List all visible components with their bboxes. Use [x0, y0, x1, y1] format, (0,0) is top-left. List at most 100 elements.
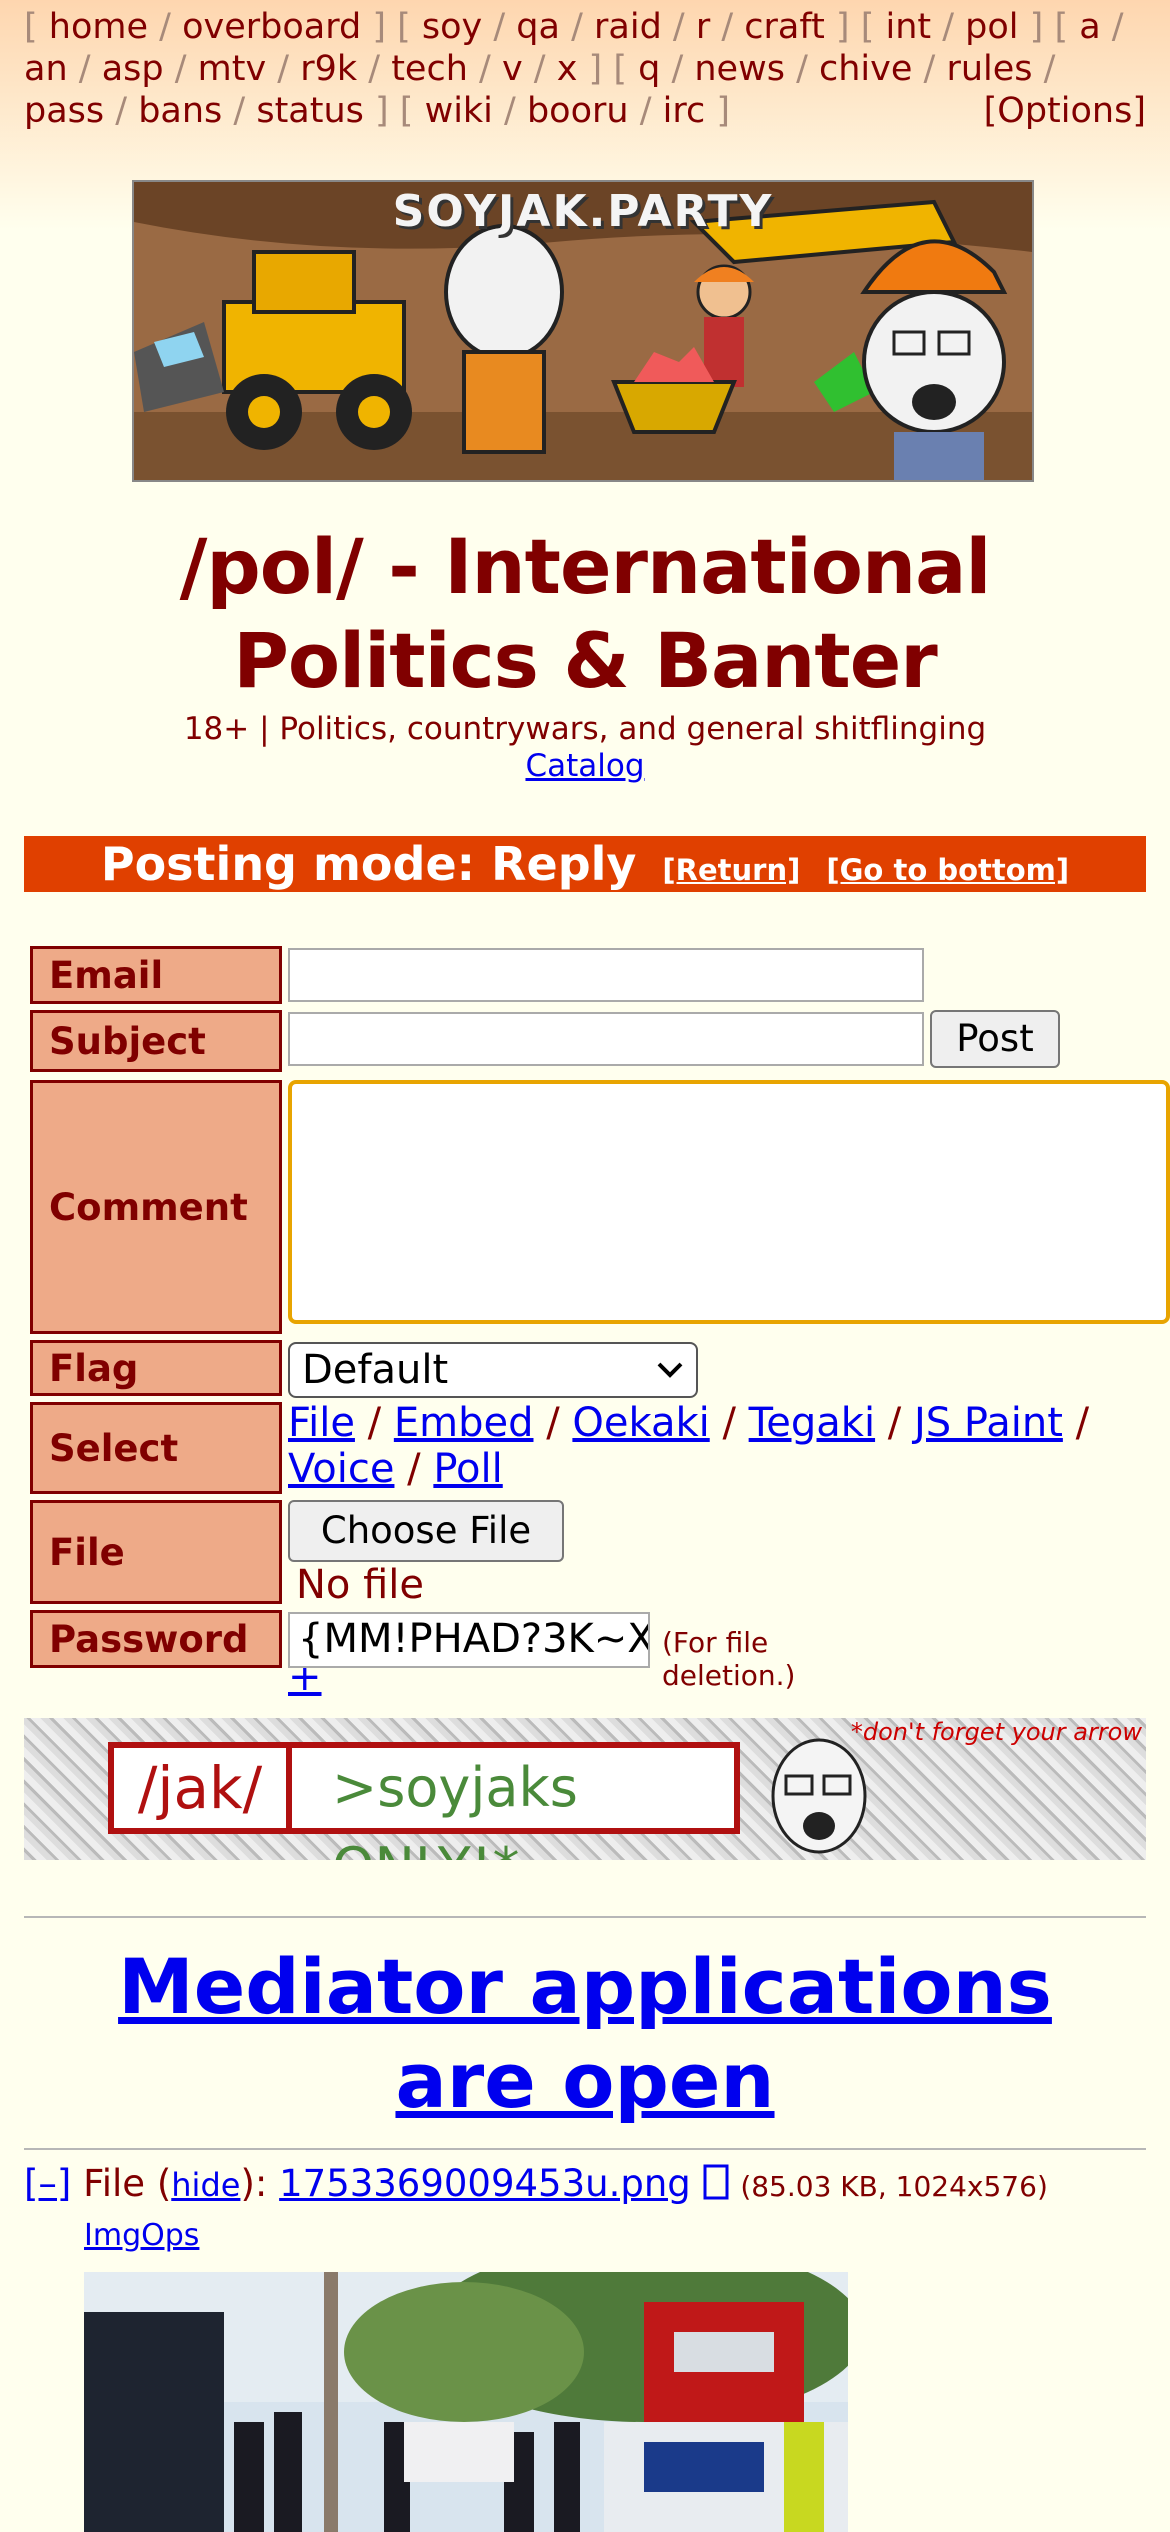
nav-bracket: [ — [399, 91, 425, 131]
nav-bracket: [ — [613, 49, 639, 89]
catalog-link[interactable]: Catalog — [525, 748, 644, 784]
nav-separator: / — [784, 49, 819, 89]
nav-link-status[interactable]: status — [256, 91, 364, 131]
nav-link-r[interactable]: r — [696, 7, 710, 47]
nav-separator: / — [67, 49, 102, 89]
select-label: Select — [30, 1402, 282, 1494]
nav-link-r9k[interactable]: r9k — [300, 49, 357, 89]
nav-separator: / — [104, 91, 139, 131]
imgops-link[interactable]: ImgOps — [84, 2218, 199, 2253]
nav-separator: / — [710, 7, 745, 47]
password-note: (For file deletion.) — [662, 1626, 796, 1692]
board-list: [ home / overboard ] [ soy / qa / raid /… — [24, 6, 1146, 132]
password-label: Password — [30, 1610, 282, 1668]
select-link-poll[interactable]: Poll — [433, 1446, 502, 1492]
select-link-oekaki[interactable]: Oekaki — [572, 1400, 709, 1446]
nav-link-an[interactable]: an — [24, 49, 68, 89]
post-file-info: [–] File (hide): 1753369009453u.png (85.… — [24, 2162, 1048, 2205]
nav-link-a[interactable]: a — [1079, 7, 1100, 47]
nav-separator: / — [1100, 7, 1124, 47]
nav-bracket: [ — [24, 7, 49, 47]
thumbnail-image — [84, 2272, 848, 2532]
nav-link-bans[interactable]: bans — [138, 91, 222, 131]
site-banner[interactable]: SOYJAK.PARTY — [132, 180, 1034, 482]
posting-mode-bar: Posting mode: Reply [Return] [Go to bott… — [24, 836, 1146, 892]
nav-link-home[interactable]: home — [49, 7, 148, 47]
post-thumbnail[interactable] — [84, 2272, 848, 2532]
email-field[interactable] — [288, 948, 924, 1002]
file-prefix: File — [83, 2162, 146, 2205]
nav-link-x[interactable]: x — [557, 49, 578, 89]
nav-bracket: ] — [705, 91, 730, 131]
posting-mode-label: Posting mode: Reply — [100, 837, 637, 891]
file-name-link[interactable]: 1753369009453u.png — [279, 2162, 691, 2205]
nav-link-overboard[interactable]: overboard — [182, 7, 361, 47]
nav-link-int[interactable]: int — [885, 7, 931, 47]
select-link-file[interactable]: File — [288, 1400, 355, 1446]
comment-textarea[interactable] — [288, 1080, 1170, 1324]
nav-link-pol[interactable]: pol — [965, 7, 1018, 47]
nav-link-irc[interactable]: irc — [663, 91, 706, 131]
post-button[interactable]: Post — [930, 1010, 1060, 1068]
nav-link-soy[interactable]: soy — [422, 7, 482, 47]
select-separator: / — [394, 1446, 434, 1492]
nav-link-raid[interactable]: raid — [594, 7, 662, 47]
nav-link-pass[interactable]: pass — [24, 91, 104, 131]
go-to-bottom-link[interactable]: [Go to bottom] — [826, 853, 1069, 887]
nav-separator: / — [661, 7, 696, 47]
choose-file-button[interactable]: Choose File — [288, 1500, 564, 1562]
subject-field[interactable] — [288, 1012, 924, 1066]
nav-link-q[interactable]: q — [638, 49, 660, 89]
nav-link-chive[interactable]: chive — [819, 49, 912, 89]
nav-link-wiki[interactable]: wiki — [425, 91, 493, 131]
nav-bracket: [ — [1054, 7, 1080, 47]
jak-ad-banner[interactable]: /jak/ >soyjaks ONLY!* *don't forget your… — [24, 1718, 1146, 1860]
nav-link-news[interactable]: news — [694, 49, 785, 89]
select-link-js-paint[interactable]: JS Paint — [914, 1400, 1063, 1446]
collapse-post-toggle[interactable]: [–] — [24, 2162, 71, 2205]
select-link-tegaki[interactable]: Tegaki — [749, 1400, 875, 1446]
nav-separator: / — [467, 49, 502, 89]
nav-link-rules[interactable]: rules — [946, 49, 1032, 89]
download-icon[interactable] — [703, 2164, 729, 2200]
nav-separator: / — [628, 91, 663, 131]
nav-bracket: ] — [361, 7, 398, 47]
nav-separator: / — [482, 7, 517, 47]
nav-link-mtv[interactable]: mtv — [198, 49, 267, 89]
select-separator: / — [1062, 1400, 1090, 1446]
nav-link-qa[interactable]: qa — [516, 7, 560, 47]
nav-separator: / — [148, 7, 183, 47]
nav-link-v[interactable]: v — [502, 49, 523, 89]
file-label: File — [30, 1500, 282, 1604]
announcement-link[interactable]: Mediator applications are open — [40, 1940, 1130, 2128]
board-subtitle: 18+ | Politics, countrywars, and general… — [183, 711, 987, 747]
return-link[interactable]: [Return] — [662, 853, 800, 887]
nav-separator: / — [660, 49, 695, 89]
select-separator: / — [354, 1400, 394, 1446]
top-navigation: [ home / overboard ] [ soy / qa / raid /… — [24, 6, 1146, 132]
select-link-voice[interactable]: Voice — [288, 1446, 394, 1492]
select-link-embed[interactable]: Embed — [394, 1400, 534, 1446]
nav-separator: / — [357, 49, 392, 89]
nav-link-booru[interactable]: booru — [527, 91, 629, 131]
comment-label: Comment — [30, 1080, 282, 1334]
nav-bracket: [ — [860, 7, 886, 47]
nav-link-craft[interactable]: craft — [744, 7, 825, 47]
flag-select[interactable]: Default — [288, 1342, 698, 1398]
nav-link-tech[interactable]: tech — [391, 49, 468, 89]
attachment-type-links: File / Embed / Oekaki / Tegaki / JS Pain… — [288, 1400, 1148, 1492]
nav-bracket: [ — [397, 7, 422, 47]
banner-text: SOYJAK.PARTY — [392, 186, 774, 237]
ad-board-name: /jak/ — [108, 1742, 292, 1834]
select-separator: / — [875, 1400, 914, 1446]
options-link[interactable]: [Options] — [984, 90, 1146, 132]
nav-separator: / — [931, 7, 966, 47]
nav-link-asp[interactable]: asp — [102, 49, 164, 89]
divider — [24, 1916, 1146, 1918]
subject-label: Subject — [30, 1010, 282, 1072]
hide-file-link[interactable]: hide — [171, 2166, 240, 2204]
nav-separator: / — [492, 91, 527, 131]
select-separator: / — [709, 1400, 749, 1446]
password-field[interactable]: {MM!PHAD?3K~X — [288, 1612, 650, 1668]
nav-separator: / — [222, 91, 257, 131]
